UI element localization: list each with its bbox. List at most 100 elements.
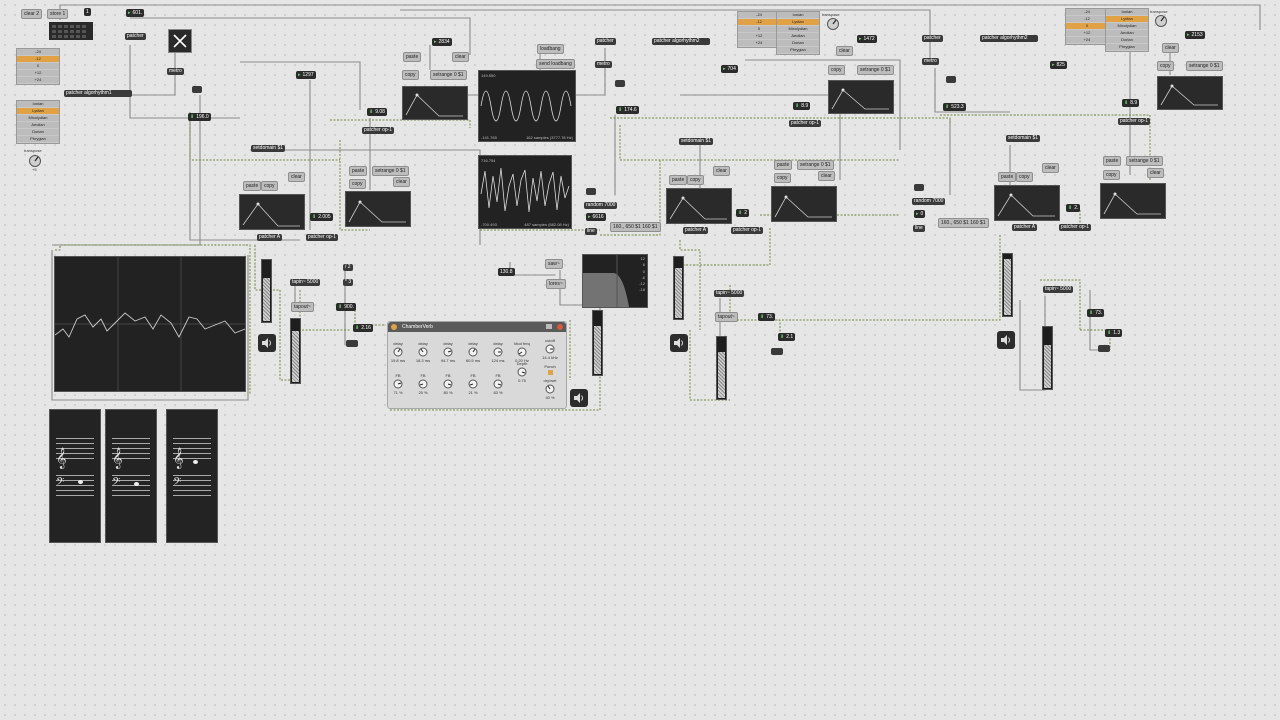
transpose-dial-icon[interactable] xyxy=(28,154,42,168)
menu-item[interactable]: 0 xyxy=(1066,23,1108,30)
patcher-op-object[interactable]: patcher op-1 xyxy=(306,234,339,241)
bang-object[interactable] xyxy=(615,80,625,87)
divide-object[interactable]: / 2 xyxy=(343,264,353,271)
speaker-icon[interactable] xyxy=(570,389,588,407)
patcher-op-object[interactable]: patcher op-1 xyxy=(1059,224,1092,231)
copy-message[interactable]: copy xyxy=(1157,61,1174,71)
bang-object[interactable] xyxy=(914,184,924,191)
menu-item[interactable]: 0 xyxy=(17,63,59,70)
number-box[interactable]: ⬇ 8.9 xyxy=(793,102,811,110)
knob-icon[interactable] xyxy=(468,347,478,357)
number-box[interactable]: ⬇ 196.0 xyxy=(188,113,211,121)
menu-item[interactable]: Aeolian xyxy=(777,33,819,40)
depth-param[interactable]: Depth 0.75 xyxy=(510,361,534,383)
menu-item[interactable]: -24 xyxy=(1066,9,1108,16)
gain-object[interactable] xyxy=(346,340,358,347)
menu-item[interactable]: +24 xyxy=(1066,37,1108,44)
algorithm-patcher[interactable]: patcher algorhythm2 xyxy=(980,35,1038,42)
menu-item[interactable]: Mixolydian xyxy=(1106,23,1148,30)
paste-message[interactable]: paste xyxy=(403,52,422,62)
menu-item[interactable]: Mixolydian xyxy=(777,26,819,33)
knob-icon[interactable] xyxy=(517,347,527,357)
metro-object[interactable]: metro xyxy=(167,68,184,75)
number-box[interactable]: ⬇ 900. xyxy=(336,303,356,311)
menu-item[interactable]: Phrygian xyxy=(17,136,59,143)
metro-object[interactable]: metro xyxy=(922,58,939,65)
setrange-message[interactable]: setrange 0 $1 xyxy=(372,166,409,176)
knob-icon[interactable] xyxy=(418,379,428,389)
tapin-object[interactable]: tapin~ 5000 xyxy=(714,290,745,297)
paste-message[interactable]: paste xyxy=(1103,156,1122,166)
number-box[interactable]: ⬇ 2 xyxy=(736,209,749,217)
number-box[interactable]: ▸ 2834 xyxy=(432,38,452,46)
fb-1-param[interactable]: FB 71 % xyxy=(388,373,408,395)
mode-menu[interactable]: Ionian Lydian Mixolydian Aeolian Dorian … xyxy=(776,11,820,55)
clear-message[interactable]: clear xyxy=(1042,163,1059,173)
number-box[interactable]: ⬇ 523.3 xyxy=(943,103,966,111)
close-icon[interactable] xyxy=(557,324,563,330)
clear-message[interactable]: clear xyxy=(836,46,853,56)
tapout-object[interactable]: tapout~ xyxy=(291,302,314,312)
algorithm-patcher[interactable]: patcher algorhythm1 xyxy=(64,90,132,97)
patcher-op-object[interactable]: patcher op-1 xyxy=(362,127,395,134)
menu-item[interactable]: Aeolian xyxy=(1106,30,1148,37)
setdomain-message[interactable]: setdomain $1 xyxy=(679,138,714,145)
line-object[interactable]: line xyxy=(585,228,597,235)
number-box[interactable]: ⬇ 2. xyxy=(1066,204,1081,212)
setrange-message[interactable]: setrange 0 $1 xyxy=(1186,61,1223,71)
number-box[interactable]: ⬇ 8.9 xyxy=(1122,99,1140,107)
preset-number[interactable]: 1 xyxy=(84,8,91,16)
transpose-menu[interactable]: -24 -12 0 +12 +24 xyxy=(737,11,781,48)
paste-message[interactable]: paste xyxy=(349,166,368,176)
fb-2-param[interactable]: FB 25 % xyxy=(413,373,433,395)
speaker-icon[interactable] xyxy=(997,331,1015,349)
knob-icon[interactable] xyxy=(418,347,428,357)
lores-object[interactable]: lores~ xyxy=(546,279,566,289)
copy-message[interactable]: copy xyxy=(828,65,845,75)
patcher-a-object[interactable]: patcher A xyxy=(1012,224,1038,231)
transpose-menu[interactable]: -24 -12 0 +12 +24 xyxy=(1065,8,1109,45)
menu-item[interactable]: +12 xyxy=(17,70,59,77)
transpose-menu-left[interactable]: -24 -12 0 +12 +24 xyxy=(16,48,60,85)
patcher-op-object[interactable]: patcher op-1 xyxy=(789,120,822,127)
menu-item[interactable]: Mixolydian xyxy=(17,115,59,122)
tapin-object[interactable]: tapin~ 5000 xyxy=(290,279,321,286)
fb-3-param[interactable]: FB 80 % xyxy=(438,373,458,395)
punch-param[interactable]: Punch xyxy=(538,364,562,376)
clear-message[interactable]: clear xyxy=(1162,43,1179,53)
clear-message[interactable]: clear xyxy=(288,172,305,182)
setrange-message[interactable]: setrange 0 $1 xyxy=(430,70,467,80)
drywet-param[interactable]: dry/wet 40 % xyxy=(538,378,562,400)
number-box[interactable]: ⬇ 73. xyxy=(758,313,776,321)
random-object[interactable]: random 7000 xyxy=(584,202,618,209)
close-x-icon[interactable] xyxy=(168,29,192,53)
menu-item[interactable]: Lydian xyxy=(777,19,819,26)
bang-object[interactable] xyxy=(946,76,956,83)
menu-item[interactable]: Dorian xyxy=(1106,37,1148,44)
menu-item[interactable]: Phrygian xyxy=(1106,44,1148,51)
menu-item[interactable]: Phrygian xyxy=(777,47,819,54)
algorithm-patcher[interactable]: patcher algorhythm2 xyxy=(652,38,710,45)
function-graph[interactable] xyxy=(666,188,732,224)
camera-icon[interactable] xyxy=(546,324,552,329)
copy-message[interactable]: copy xyxy=(349,179,366,189)
menu-item[interactable]: +12 xyxy=(738,33,780,40)
number-box[interactable]: 130.8 xyxy=(498,268,515,276)
number-box[interactable]: ▸ 0 xyxy=(914,210,926,218)
copy-message[interactable]: copy xyxy=(261,181,278,191)
copy-message[interactable]: copy xyxy=(774,173,791,183)
clear-message[interactable]: clear 2 xyxy=(21,9,43,19)
number-box[interactable]: ▸ 2153 xyxy=(1185,31,1205,39)
clear-message[interactable]: clear xyxy=(452,52,469,62)
multiply-object[interactable]: * 3 xyxy=(343,279,354,286)
fb-5-param[interactable]: FB 83 % xyxy=(488,373,508,395)
patcher-object[interactable]: patcher xyxy=(595,38,616,45)
clear-message[interactable]: clear xyxy=(393,177,410,187)
knob-icon[interactable] xyxy=(468,379,478,389)
menu-item[interactable]: Dorian xyxy=(777,40,819,47)
delay-3-param[interactable]: delay 94.7 ms xyxy=(438,341,458,363)
delay-5-param[interactable]: delay 124 ms xyxy=(488,341,508,363)
bang-object[interactable] xyxy=(586,188,596,195)
menu-item[interactable]: Lydian xyxy=(17,108,59,115)
knob-icon[interactable] xyxy=(393,347,403,357)
